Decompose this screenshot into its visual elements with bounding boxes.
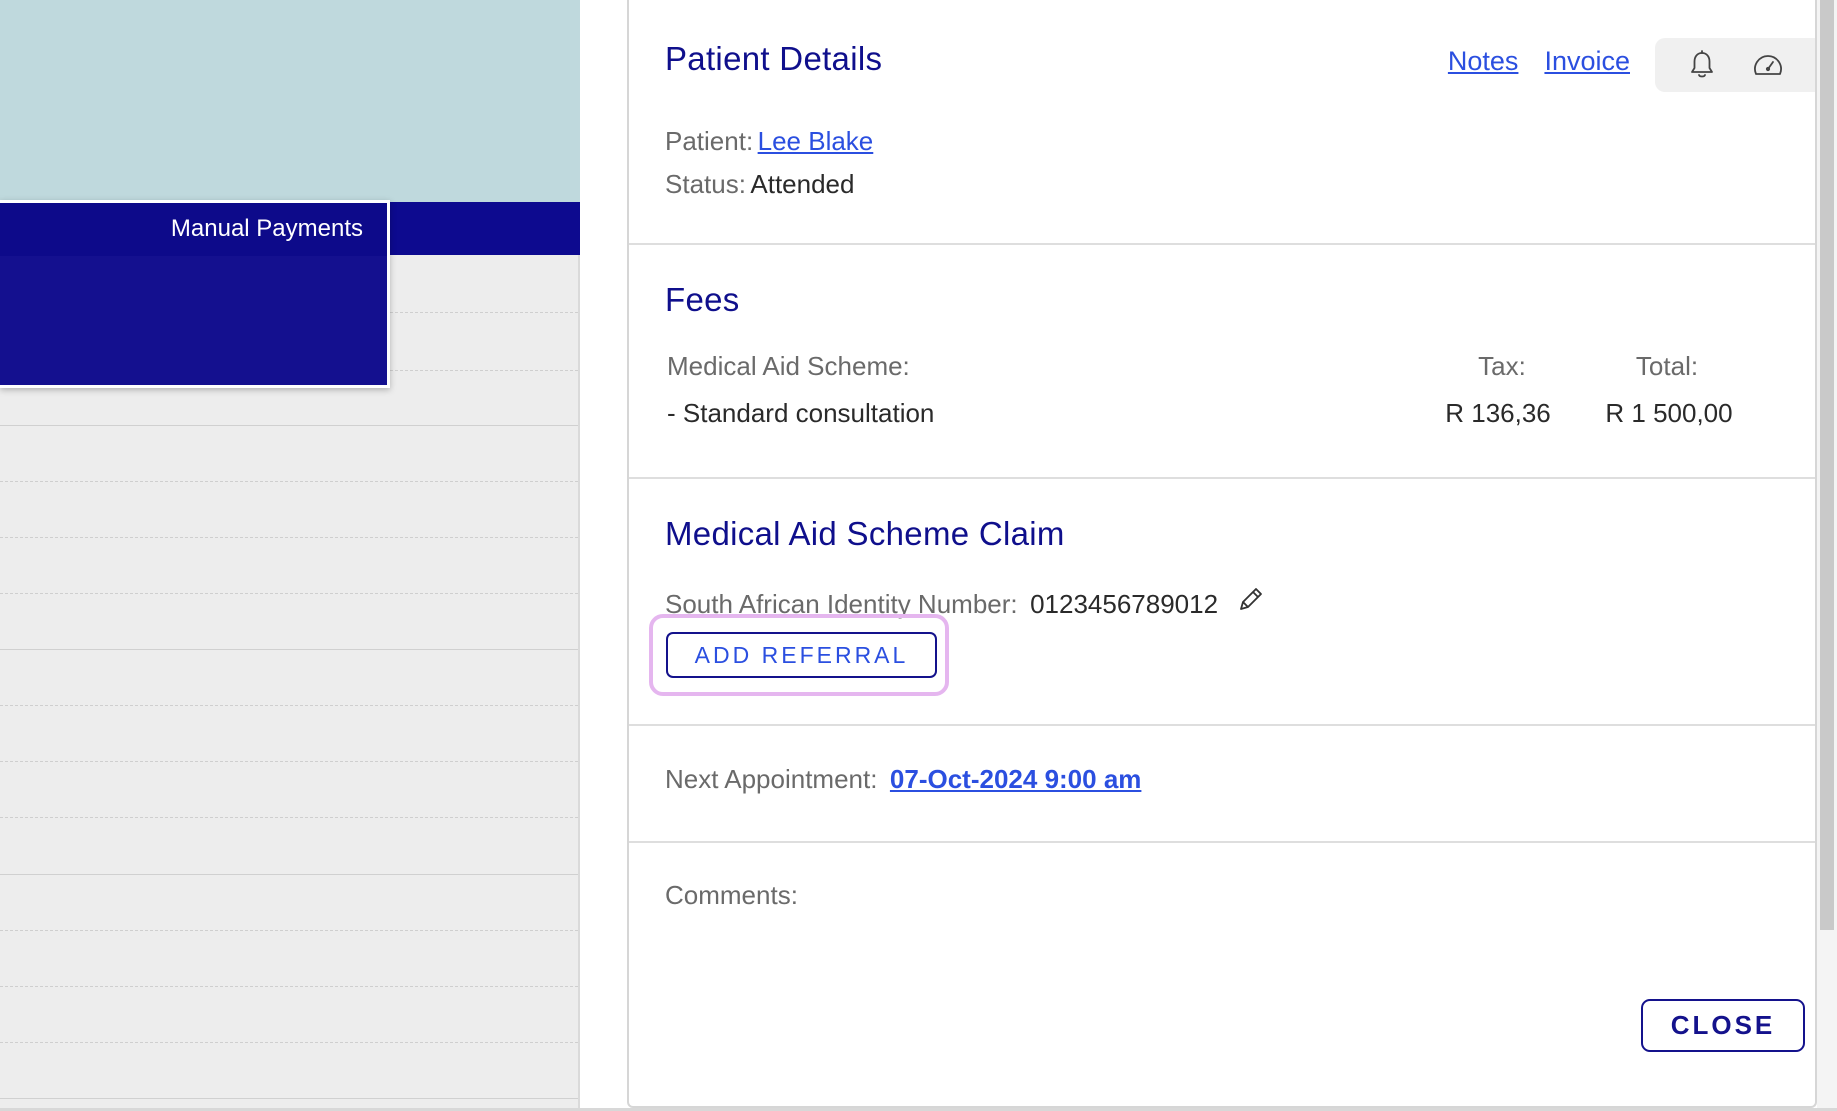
manual-payments-header: Manual Payments [0,203,387,256]
status-label: Status: [665,169,746,199]
fees-header-description: Medical Aid Scheme: [667,351,910,381]
scrollbar-thumb[interactable] [1820,0,1834,930]
speedometer-icon[interactable] [1751,48,1785,82]
background-banner [0,0,580,202]
claim-title: Medical Aid Scheme Claim [665,515,1065,552]
screen: Manual Payments Patient Details Notes In… [0,0,1837,1111]
patient-details-section: Patient Details Notes Invoice Patient: L… [629,0,1815,245]
add-referral-button[interactable]: ADD REFERRAL [666,632,937,678]
grid-line [0,930,578,931]
comments-label: Comments: [665,880,798,910]
notes-link[interactable]: Notes [1448,46,1519,77]
identity-number-value: 0123456789012 [1030,589,1219,619]
patient-details-panel: Patient Details Notes Invoice Patient: L… [627,0,1817,1108]
patient-row: Patient: Lee Blake [665,126,873,157]
header-links: Notes Invoice [1448,46,1630,77]
patient-label: Patient: [665,126,754,156]
comments-row: Comments: [665,880,798,911]
page-title: Patient Details [665,40,883,77]
grid-line [0,705,578,706]
grid-line [0,817,578,818]
grid-line [0,593,578,594]
bell-icon[interactable] [1685,48,1719,82]
header-icon-group [1655,38,1815,92]
fees-item-row: - Standard consultation R 136,36 R 1 500… [667,398,1767,432]
close-button[interactable]: CLOSE [1641,999,1805,1052]
grid-line [0,874,578,875]
fees-header-total: Total: [1635,351,1699,381]
fees-section: Fees Medical Aid Scheme: Tax: Total: - S… [629,245,1815,479]
manual-payments-label[interactable]: Manual Payments [171,215,363,243]
grid-line [0,1042,578,1043]
pencil-icon[interactable] [1235,585,1265,620]
invoice-link[interactable]: Invoice [1544,46,1630,77]
next-appointment-row: Next Appointment: 07-Oct-2024 9:00 am [665,764,1141,795]
fee-total: R 1 500,00 [1605,398,1733,428]
patient-name-link[interactable]: Lee Blake [758,126,874,156]
fee-tax: R 136,36 [1445,398,1551,428]
scrollbar[interactable] [1817,0,1837,1111]
grid-line [0,425,578,426]
grid-line [0,1098,578,1099]
grid-line [0,481,578,482]
grid-line [0,986,578,987]
grid-line [0,537,578,538]
grid-line [0,649,578,650]
next-appointment-link[interactable]: 07-Oct-2024 9:00 am [890,764,1141,794]
fees-header-row: Medical Aid Scheme: Tax: Total: [667,351,1767,385]
status-row: Status: Attended [665,169,854,200]
status-value: Attended [750,169,855,199]
fees-header-tax: Tax: [1478,351,1526,381]
next-appointment-label: Next Appointment: [665,764,878,794]
fee-description: - Standard consultation [667,398,935,428]
fees-title: Fees [665,281,740,318]
appointment-section: Next Appointment: 07-Oct-2024 9:00 am [629,726,1815,843]
manual-payments-menu[interactable]: Manual Payments [0,200,390,388]
background-app: Manual Payments [0,0,580,1111]
grid-line [0,761,578,762]
